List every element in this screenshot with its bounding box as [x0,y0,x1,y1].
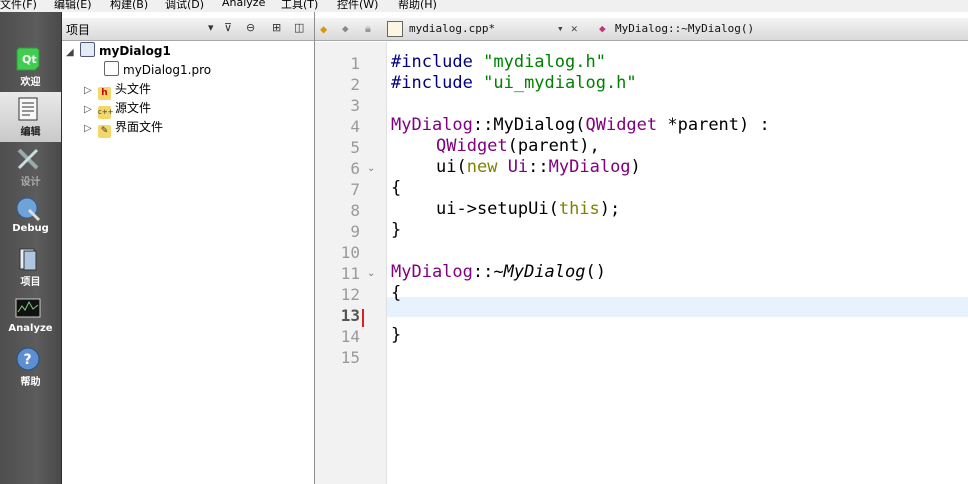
code-line-4: MyDialog::MyDialog(QWidget *parent) : [391,115,770,135]
debug-bug-icon [16,197,41,222]
svg-text:Qt: Qt [22,53,37,66]
menu-file[interactable]: 文件(F) [0,0,37,12]
tree-item-root[interactable]: ◢ myDialog1 [66,42,171,61]
project-folder-icon [19,248,37,271]
qt-logo-icon: Qt [16,47,40,71]
menu-analyze[interactable]: Analyze [222,0,265,9]
mode-label: 设计 [20,177,41,188]
mode-label: 欢迎 [20,77,41,88]
mode-welcome[interactable]: Qt 欢迎 [0,42,61,92]
expand-arrow-icon[interactable]: ▷ [84,123,98,134]
fold-arrow-icon[interactable]: ⌄ [367,163,375,174]
forms-folder-icon: ✎ [98,125,111,138]
expand-arrow-icon[interactable]: ▷ [84,104,98,115]
code-editor: ◆ ◆ 🔒︎ mydialog.cpp* ▾ ✕ ◆ MyDialog::~My… [315,12,968,484]
menu-build[interactable]: 构建(B) [110,0,148,12]
code-line-11: MyDialog::~MyDialog() [391,262,606,282]
code-line-9: } [391,220,402,240]
close-file-icon[interactable]: ✕ [571,22,578,35]
forward-arrow-icon[interactable]: ◆ [342,22,349,35]
design-tools-icon [17,148,39,170]
current-line-number: 13 [340,306,360,325]
mode-label: 编辑 [20,127,41,138]
split-icon[interactable]: ⊞ [272,21,281,34]
expand-arrow-icon[interactable]: ▷ [84,85,98,96]
project-pane: 项目 ▾ ⊽ ⊖ ⊞ ◫ ◢ myDialog1 myDialog1.pro ▷ h… [62,12,315,484]
project-pane-toolbar: 项目 ▾ ⊽ ⊖ ⊞ ◫ [62,18,314,41]
mode-analyze[interactable]: Analyze [0,292,61,342]
menu-tools[interactable]: 工具(T) [281,0,318,12]
fold-arrow-icon[interactable]: ⌄ [367,268,375,279]
menu-help[interactable]: 帮助(H) [398,0,437,12]
mode-label: 项目 [20,277,41,288]
code-line-6: ui(new Ui::MyDialog) [436,157,641,177]
analyze-monitor-icon [15,298,41,318]
tree-item-headers[interactable]: ▷ h 头文件 [84,80,151,100]
collapse-arrow-icon[interactable]: ◢ [66,47,80,58]
project-view-selector[interactable]: 项目 [66,21,90,38]
tree-item-sources[interactable]: ▷ c++源文件 [84,99,151,119]
menu-edit[interactable]: 编辑(E) [54,0,92,12]
svg-text:?: ? [24,352,32,368]
mode-label: Analyze [8,323,53,334]
code-line-12: { [391,283,402,303]
tree-item-pro[interactable]: myDialog1.pro [104,61,211,80]
mode-label: 帮助 [20,377,41,388]
mode-sidebar: Qt 欢迎 编辑 设计 Debug 项目 Analyze ? 帮助 [0,12,62,484]
mode-design[interactable]: 设计 [0,142,61,192]
text-cursor [362,309,364,327]
code-line-1: #include "mydialog.h" [391,52,606,72]
back-arrow-icon[interactable]: ◆ [320,22,327,36]
mode-label: Debug [12,223,49,234]
menu-controls[interactable]: 控件(W) [337,0,378,12]
mode-edit[interactable]: 编辑 [0,92,61,142]
lock-icon: 🔒︎ [365,22,371,35]
code-line-2: #include "ui_mydialog.h" [391,73,637,93]
edit-document-icon [18,97,38,121]
code-line-14: } [391,325,402,345]
code-line-5: QWidget(parent), [436,136,600,156]
symbol-icon: ◆ [599,22,606,35]
code-line-8: ui->setupUi(this); [436,199,621,219]
filter-icon[interactable]: ⊽ [224,21,232,34]
qt-project-icon [80,42,95,57]
code-line-7: { [391,178,402,198]
menu-debug[interactable]: 调试(D) [165,0,204,12]
symbol-selector[interactable]: MyDialog::~MyDialog() [615,22,754,35]
file-dropdown-icon[interactable]: ▾ [557,22,564,35]
mode-debug[interactable]: Debug [0,192,61,242]
help-question-icon: ? [16,347,40,371]
file-icon [387,21,403,37]
mode-help[interactable]: ? 帮助 [0,342,61,392]
file-tab[interactable]: mydialog.cpp* [409,22,495,35]
code-area[interactable]: #include "mydialog.h" #include "ui_mydia… [387,42,968,484]
line-number-gutter: 1 2 3 4 5 6 ⌄ 7 8 9 10 11 ⌄ 12 13 14 15 [315,42,387,484]
editor-toolbar: ◆ ◆ 🔒︎ mydialog.cpp* ▾ ✕ ◆ MyDialog::~My… [315,18,968,41]
close-pane-icon[interactable]: ◫ [294,21,304,34]
mode-projects[interactable]: 项目 [0,242,61,292]
tree-item-forms[interactable]: ▷ ✎ 界面文件 [84,118,163,138]
link-icon[interactable]: ⊖ [246,21,255,34]
pro-file-icon [104,61,119,76]
menu-bar: 文件(F) 编辑(E) 构建(B) 调试(D) Analyze 工具(T) 控件… [0,0,968,12]
dropdown-arrow-icon[interactable]: ▾ [208,21,214,34]
